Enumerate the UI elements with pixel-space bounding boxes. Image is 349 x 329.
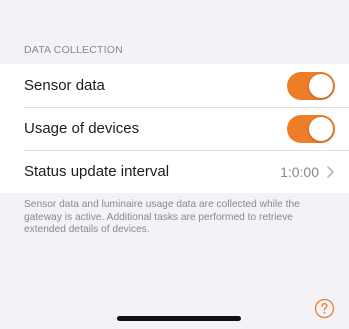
settings-group: Sensor data Usage of devices Status upda… bbox=[0, 64, 349, 193]
toggle-knob bbox=[309, 116, 333, 141]
section-header: DATA COLLECTION bbox=[24, 44, 123, 56]
footer-note: Sensor data and luminaire usage data are… bbox=[24, 199, 300, 235]
usage-of-devices-label: Usage of devices bbox=[24, 120, 140, 137]
usage-of-devices-row[interactable]: Usage of devices bbox=[0, 107, 349, 150]
chevron-right-icon bbox=[327, 165, 334, 178]
sensor-data-label: Sensor data bbox=[24, 77, 105, 94]
status-update-interval-label: Status update interval bbox=[24, 163, 170, 180]
status-update-interval-row[interactable]: Status update interval 1:0:00 bbox=[0, 150, 349, 193]
sensor-data-toggle[interactable] bbox=[287, 71, 335, 100]
toggle-knob bbox=[309, 73, 333, 98]
help-icon[interactable] bbox=[314, 298, 335, 319]
sensor-data-row[interactable]: Sensor data bbox=[0, 64, 349, 107]
usage-of-devices-toggle[interactable] bbox=[287, 114, 335, 143]
home-indicator[interactable] bbox=[117, 316, 241, 321]
status-update-interval-value: 1:0:00 bbox=[280, 163, 319, 180]
